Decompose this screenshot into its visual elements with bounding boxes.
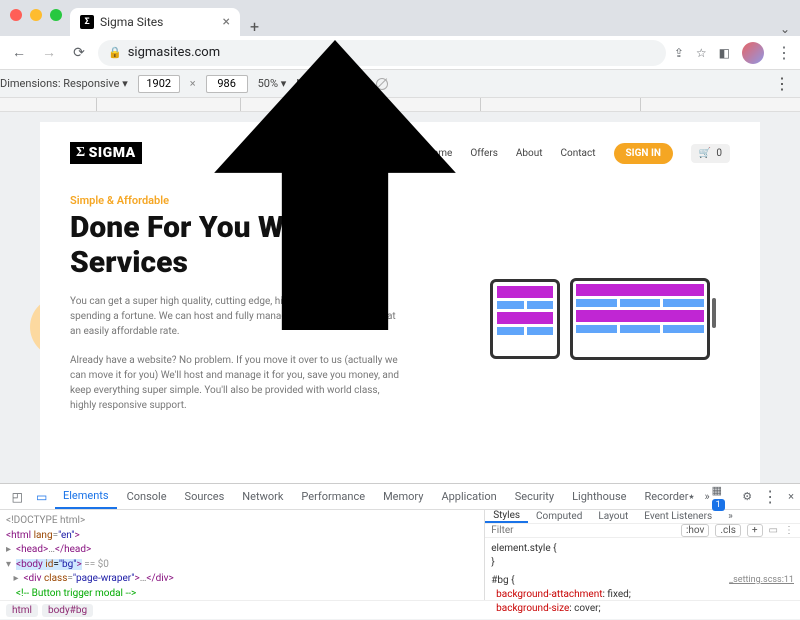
throttling-dropdown[interactable]: No throttling ▾ [296, 77, 365, 90]
reload-button[interactable]: ⟳ [68, 45, 90, 61]
browser-chrome: Σ Sigma Sites × + ⌄ ← → ⟳ 🔒 sigmasites.c… [0, 0, 800, 70]
devtools-panel: ◰ ▭ Elements Console Sources Network Per… [0, 483, 800, 619]
hov-toggle[interactable]: :hov [681, 524, 709, 537]
hero-illustration [490, 224, 730, 413]
window-maximize-icon[interactable] [50, 9, 62, 21]
scroll-handle-icon[interactable] [712, 298, 716, 328]
back-button[interactable]: ← [8, 44, 30, 61]
nav-offers[interactable]: Offers [470, 148, 498, 159]
page-viewport: Σ SIGMA Home Offers About Contact SIGN I… [0, 112, 800, 492]
profile-avatar[interactable] [742, 42, 764, 64]
devtools-menu-icon[interactable]: ⋮ [762, 487, 778, 506]
site-nav: Home Offers About Contact SIGN IN 🛒 0 [425, 143, 730, 164]
tab-recorder[interactable]: Recorder ⭑ [636, 484, 702, 509]
viewport-width-input[interactable] [138, 75, 180, 93]
sign-in-button[interactable]: SIGN IN [614, 143, 673, 164]
favicon-icon: Σ [80, 15, 94, 29]
url-text: sigmasites.com [128, 45, 220, 60]
cls-toggle[interactable]: .cls [715, 524, 740, 537]
nav-about[interactable]: About [516, 148, 543, 159]
nav-home[interactable]: Home [425, 148, 452, 159]
address-bar[interactable]: 🔒 sigmasites.com [98, 40, 666, 66]
share-icon[interactable]: ⇪ [674, 46, 684, 60]
styles-pane-menu-icon[interactable]: ▭ [769, 525, 778, 536]
logo-text: SIGMA [89, 145, 136, 161]
device-mode-icon[interactable]: ▭ [30, 490, 52, 504]
cart-count: 0 [716, 148, 722, 159]
ruler [0, 98, 800, 112]
bookmark-icon[interactable]: ☆ [696, 46, 707, 60]
tabs-overflow-icon[interactable]: » [704, 490, 709, 503]
rotate-icon[interactable] [376, 78, 388, 90]
tab-security[interactable]: Security [507, 484, 562, 509]
zoom-dropdown[interactable]: 50% ▾ [258, 77, 287, 90]
lock-icon: 🔒 [108, 46, 122, 59]
hero-paragraph-1: You can get a super high quality, cuttin… [70, 294, 400, 339]
inspect-icon[interactable]: ◰ [6, 490, 28, 504]
viewport-height-input[interactable] [206, 75, 248, 93]
tab-network[interactable]: Network [234, 484, 291, 509]
sigma-icon: Σ [76, 145, 86, 161]
elements-tree[interactable]: <!DOCTYPE html> <html lang="en"> ▸<head>… [0, 510, 484, 600]
browser-tab[interactable]: Σ Sigma Sites × [70, 8, 240, 36]
devtools-close-icon[interactable]: × [788, 490, 794, 503]
tabs-overflow-icon[interactable]: ⌄ [780, 22, 790, 36]
browser-menu-icon[interactable]: ⋮ [776, 43, 792, 62]
hero-paragraph-2: Already have a website? No problem. If y… [70, 353, 400, 413]
dimension-separator: × [190, 77, 196, 90]
hero-tagline: Simple & Affordable [70, 194, 490, 207]
device-toolbar: Dimensions: Responsive ▾ × 50% ▾ No thro… [0, 70, 800, 98]
styles-tabs-overflow-icon[interactable]: » [720, 510, 741, 523]
tab-title: Sigma Sites [100, 15, 217, 29]
cart-button[interactable]: 🛒 0 [691, 144, 730, 163]
crumb-html[interactable]: html [6, 604, 38, 617]
device-toolbar-menu-icon[interactable]: ⋮ [774, 74, 790, 93]
breadcrumb: html body#bg [0, 600, 800, 619]
issues-badge[interactable]: ▦ 1 [712, 484, 733, 510]
source-link[interactable]: _setting.scss:11 [729, 574, 794, 587]
tab-elements[interactable]: Elements [55, 484, 117, 509]
site-logo[interactable]: Σ SIGMA [70, 142, 142, 164]
styles-pane: Styles Computed Layout Event Listeners »… [484, 510, 800, 600]
styles-pane-more-icon[interactable]: ⋮ [784, 525, 794, 536]
styles-tab-styles[interactable]: Styles [485, 510, 528, 523]
tablet-illustration [490, 279, 560, 359]
new-tab-button[interactable]: + [250, 17, 259, 36]
styles-tab-computed[interactable]: Computed [528, 510, 590, 523]
hero-headline: Done For You Web Services [70, 211, 490, 280]
tab-sources[interactable]: Sources [177, 484, 233, 509]
styles-tab-event[interactable]: Event Listeners [636, 510, 720, 523]
extensions-icon[interactable]: ◧ [719, 46, 730, 60]
nav-contact[interactable]: Contact [561, 148, 596, 159]
styles-filter-input[interactable] [491, 525, 675, 536]
tab-lighthouse[interactable]: Lighthouse [564, 484, 634, 509]
site-header: Σ SIGMA Home Offers About Contact SIGN I… [70, 142, 730, 164]
window-close-icon[interactable] [10, 9, 22, 21]
dimensions-dropdown[interactable]: Dimensions: Responsive ▾ [0, 77, 128, 90]
new-rule-button[interactable]: + [747, 524, 763, 537]
settings-icon[interactable]: ⚙ [742, 490, 752, 503]
tab-memory[interactable]: Memory [375, 484, 431, 509]
window-minimize-icon[interactable] [30, 9, 42, 21]
tab-console[interactable]: Console [119, 484, 175, 509]
styles-tab-layout[interactable]: Layout [590, 510, 636, 523]
tab-close-icon[interactable]: × [223, 14, 230, 30]
tab-performance[interactable]: Performance [293, 484, 373, 509]
laptop-illustration [570, 278, 710, 360]
cart-icon: 🛒 [699, 148, 711, 159]
forward-button: → [38, 44, 60, 61]
tab-application[interactable]: Application [433, 484, 504, 509]
crumb-body[interactable]: body#bg [42, 604, 93, 617]
